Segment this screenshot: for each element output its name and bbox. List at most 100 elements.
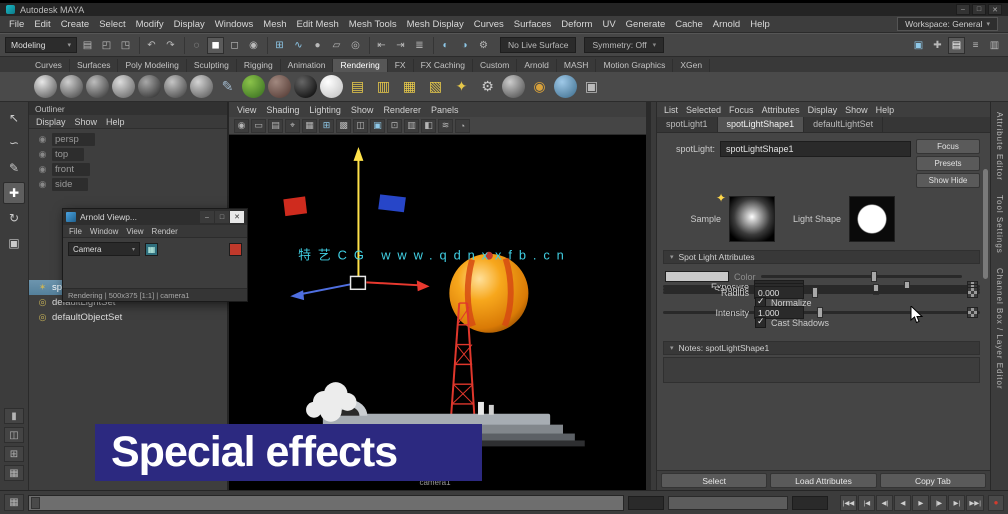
select-component-icon[interactable]: ◻ [226,37,243,54]
slider-handle[interactable] [817,307,823,318]
map-button[interactable] [967,287,978,298]
modeling-toolkit-icon[interactable]: ▣ [910,37,927,54]
texture-doc-icon[interactable]: ▥ [372,75,395,98]
save-scene-icon[interactable]: ◳ [117,37,134,54]
shelf-tab[interactable]: FX Caching [414,59,473,72]
shelf-tab[interactable]: FX [388,59,414,72]
outliner-menu-item[interactable]: Display [36,117,66,127]
select-tool[interactable]: ↖ [3,107,25,129]
target-icon[interactable]: ◉ [528,75,551,98]
attribute-editor-menu-item[interactable]: Attributes [762,105,800,115]
menu-item[interactable]: UV [597,18,620,31]
attribute-checkbox[interactable] [755,317,766,328]
notes-header[interactable]: Notes: spotLightShape1 [663,341,980,355]
outliner-persp-layout-button[interactable]: ▦ [4,465,24,481]
shelf-tab[interactable]: MASH [557,59,597,72]
input-connections-icon[interactable]: ⇤ [369,37,390,54]
attribute-editor-menu-item[interactable]: Selected [686,105,721,115]
sidebar-vertical-tab[interactable]: Channel Box / Layer Editor [995,268,1004,390]
menu-item[interactable]: Generate [621,18,671,31]
menu-item[interactable]: Edit Mesh [292,18,344,31]
arnold-menu-item[interactable]: Render [152,227,178,236]
shelf-tab[interactable]: Curves [28,59,70,72]
load-attributes-button[interactable]: Load Attributes [770,473,876,488]
shelf-tab[interactable]: Motion Graphics [596,59,673,72]
render-region-icon[interactable]: ▦ [145,243,158,256]
paint-select-tool[interactable]: ✎ [3,157,25,179]
menu-item[interactable]: Display [169,18,210,31]
render-swatch[interactable] [229,243,242,256]
undo-icon[interactable]: ↶ [139,37,160,54]
attribute-editor-icon[interactable]: ▤ [948,37,965,54]
node-name-field[interactable]: spotLightShape1 [720,141,911,157]
viewport-menu-item[interactable]: Renderer [383,105,421,115]
snap-view-icon[interactable]: ◎ [347,37,364,54]
symmetry-selector[interactable]: Symmetry: Off [584,37,664,53]
viewport-menu-item[interactable]: Lighting [309,105,341,115]
resolution-gate-icon[interactable]: ▣ [370,119,385,133]
shelf-tab[interactable]: Poly Modeling [118,59,186,72]
range-start-field[interactable] [628,496,664,510]
focus-button[interactable]: Focus [916,139,980,154]
auto-key-button[interactable]: ● [988,495,1004,511]
attribute-editor-menu-item[interactable]: Display [808,105,838,115]
node-tab[interactable]: spotLightShape1 [718,117,805,132]
menu-item[interactable]: Surfaces [509,18,557,31]
step-forward-button[interactable]: |▶ [930,495,947,511]
menu-item[interactable]: Select [94,18,130,31]
attribute-slider[interactable] [809,291,962,294]
shelf-tab[interactable]: Rigging [237,59,281,72]
viewport-menu-item[interactable]: Shading [266,105,299,115]
shelf-tab[interactable]: Custom [473,59,517,72]
wire-sphere-icon[interactable] [190,75,213,98]
close-button[interactable]: ✕ [988,4,1002,15]
arnold-menu-item[interactable]: View [126,227,143,236]
minimize-button[interactable]: – [956,4,970,15]
menu-item[interactable]: Mesh Display [402,18,469,31]
menu-item[interactable]: Cache [670,18,707,31]
grid-shelf-icon[interactable]: ▣ [580,75,603,98]
render-current-frame-icon[interactable]: ◐ [433,37,454,54]
time-slider[interactable] [28,495,624,511]
camera-attributes-icon[interactable]: ▤ [268,119,283,133]
safe-action-icon[interactable]: ▥ [404,119,419,133]
spotlight-shelf-icon[interactable]: ✦ [450,75,473,98]
notes-area[interactable] [663,357,980,383]
range-end-field[interactable] [792,496,828,510]
blue-panel-object[interactable] [378,194,406,212]
render-settings-icon[interactable]: ⚙ [475,37,492,54]
fw-close-button[interactable]: ✕ [230,211,244,223]
attribute-editor-menu-item[interactable]: List [664,105,678,115]
render-settings-sphere-icon[interactable] [112,75,135,98]
select-button[interactable]: Select [661,473,767,488]
bookmark-icon[interactable]: ⌖ [285,119,300,133]
maximize-button[interactable]: □ [972,4,986,15]
attribute-slider[interactable] [761,275,962,278]
attribute-editor-menu-item[interactable]: Show [845,105,868,115]
viewport-menu-item[interactable]: Show [351,105,374,115]
green-material-icon[interactable] [242,75,265,98]
ipr-sphere-icon[interactable] [86,75,109,98]
menu-item[interactable]: Deform [556,18,597,31]
viewport-menu-item[interactable]: View [237,105,256,115]
film-gate-icon[interactable]: ◫ [353,119,368,133]
section-header[interactable]: Spot Light Attributes [663,250,980,264]
go-to-end-button[interactable]: ▶▶| [966,495,984,511]
blue-sphere-icon[interactable] [554,75,577,98]
select-hierarchy-icon[interactable]: ◌ [184,37,205,54]
hud-icon[interactable]: ≋ [438,119,453,133]
shelf-tab[interactable]: Rendering [333,59,387,72]
lasso-tool[interactable]: ∽ [3,132,25,154]
outliner-menu-item[interactable]: Show [75,117,98,127]
single-pane-layout-button[interactable]: ▮ [4,408,24,424]
step-back-button[interactable]: ◀| [876,495,893,511]
outliner-item[interactable]: ◉ top [29,147,227,162]
menu-item[interactable]: Help [745,18,775,31]
menu-item[interactable]: Edit [29,18,55,31]
prev-key-button[interactable]: |◀ [858,495,875,511]
snap-curve-icon[interactable]: ∿ [290,37,307,54]
tool-settings-icon[interactable]: ≡ [967,37,984,54]
rotate-tool[interactable]: ↻ [3,207,25,229]
menu-item[interactable]: Curves [469,18,509,31]
attribute-slider[interactable] [809,311,962,314]
